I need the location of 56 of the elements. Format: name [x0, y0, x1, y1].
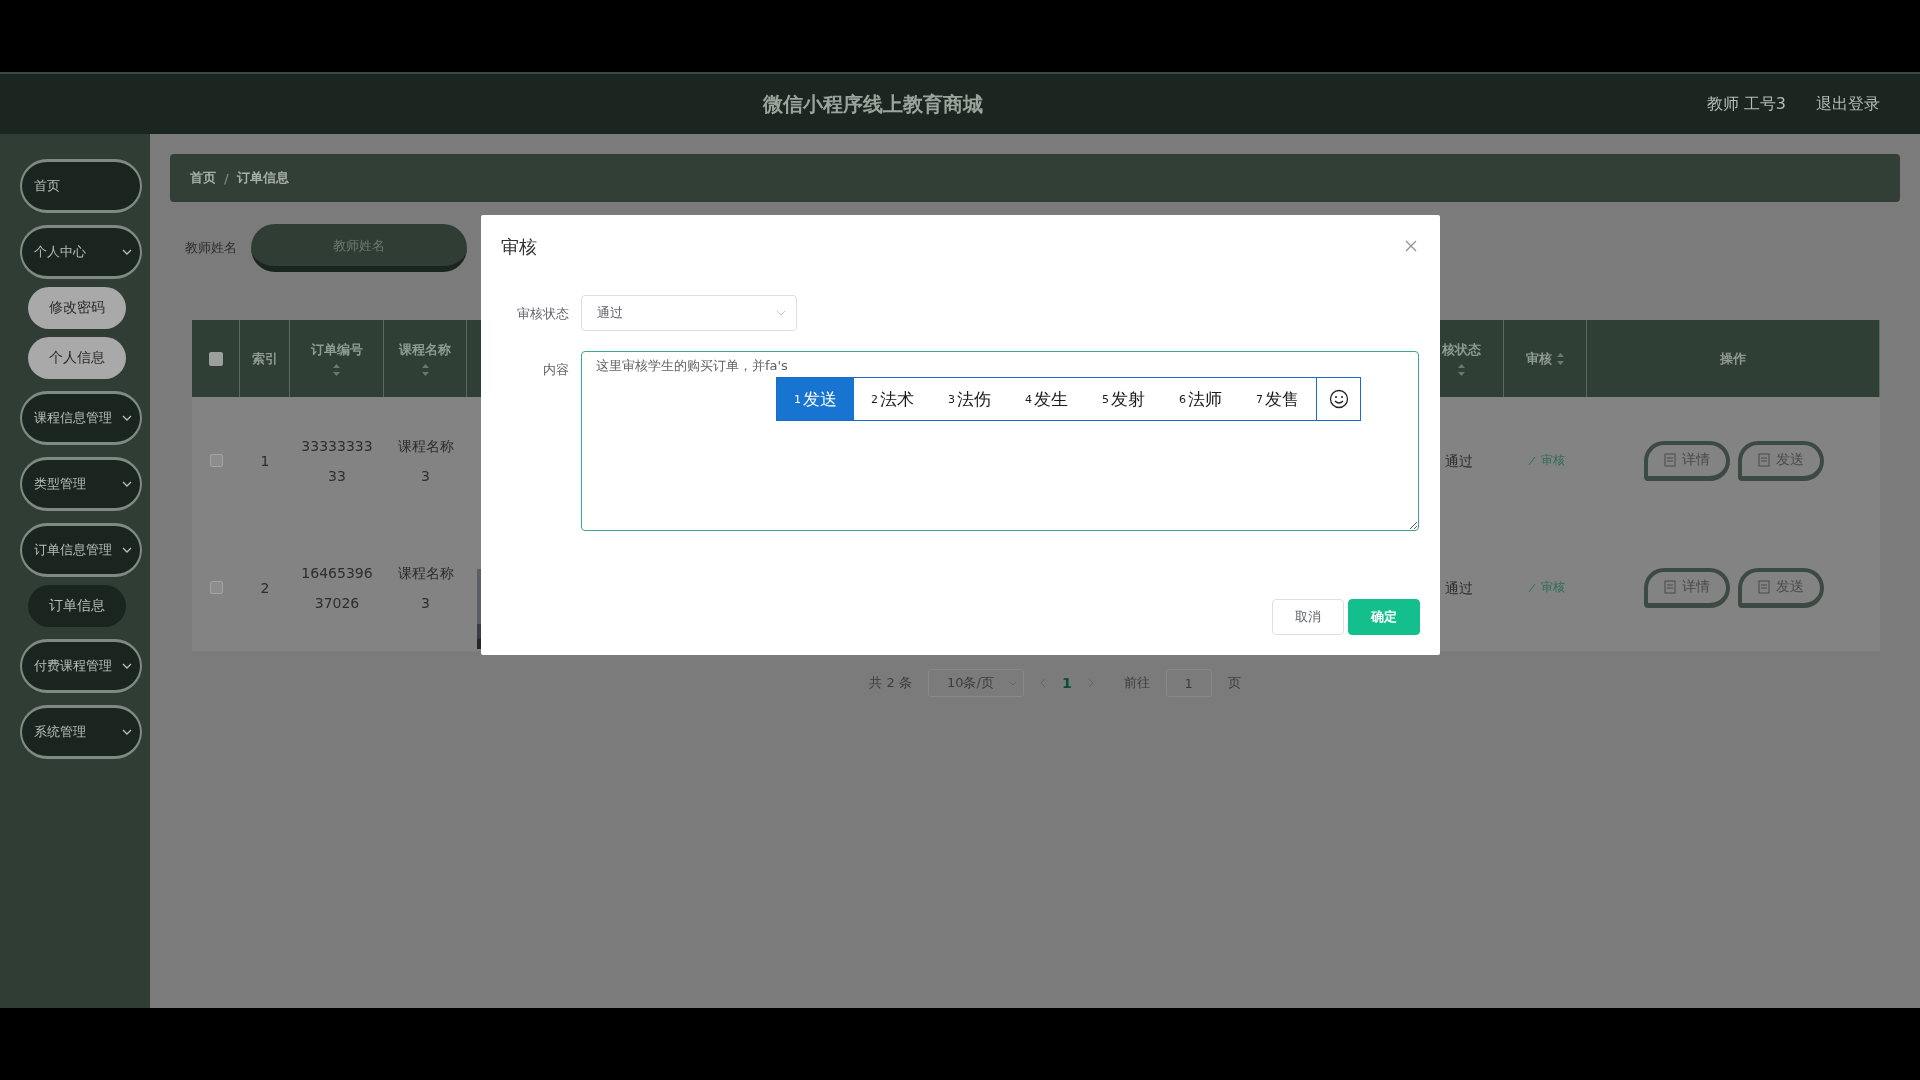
sidebar-item[interactable]: 个人中心: [20, 225, 142, 279]
search-field[interactable]: 教师姓名: [251, 224, 467, 272]
logout-link[interactable]: 退出登录: [1816, 93, 1880, 115]
status-select[interactable]: 通过: [581, 295, 797, 331]
row-checkbox[interactable]: [209, 454, 223, 467]
table-cell-text: 1: [260, 451, 270, 471]
table-cell-text: 通过: [1445, 451, 1473, 471]
page-suffix: 页: [1227, 674, 1241, 692]
dialog-title: 审核: [501, 235, 537, 259]
pen-icon: [1526, 581, 1537, 594]
app-title: 微信小程序线上教育商城: [761, 90, 985, 118]
table-cell-text: 通过: [1445, 578, 1473, 598]
document-icon: [1663, 453, 1676, 467]
sidebar-subitem[interactable]: 订单信息: [28, 585, 126, 627]
chevron-down-icon: [776, 310, 786, 316]
column-header[interactable]: 索引: [251, 349, 278, 368]
sidebar-item[interactable]: 首页: [20, 159, 142, 213]
table-cell-text: 课程名称3: [396, 563, 455, 613]
sort-icon[interactable]: [420, 362, 430, 377]
sidebar-item[interactable]: 课程信息管理: [20, 391, 142, 445]
table-cell-text: 1646539637026: [300, 563, 374, 613]
field-label: 内容: [542, 361, 569, 379]
pen-icon: [1526, 454, 1537, 467]
column-header[interactable]: 操作: [1720, 349, 1746, 368]
select-all-checkbox[interactable]: [208, 351, 223, 366]
sort-icon[interactable]: [332, 362, 341, 377]
document-icon: [1757, 580, 1770, 594]
column-header[interactable]: 核状态: [1441, 340, 1481, 377]
sidebar-item[interactable]: 订单信息管理: [20, 523, 142, 577]
smiley-icon[interactable]: [1328, 389, 1349, 409]
breadcrumb-separator: /: [224, 170, 229, 186]
column-header[interactable]: 订单编号: [310, 340, 363, 377]
row-checkbox[interactable]: [209, 581, 223, 594]
document-icon: [1757, 453, 1770, 467]
sort-icon[interactable]: [1456, 362, 1466, 377]
sidebar-item[interactable]: 付费课程管理: [20, 639, 142, 693]
table-cell-text: 2: [260, 578, 270, 598]
field-label: 审核状态: [516, 305, 569, 323]
table-cell-text: 课程名称3: [396, 436, 455, 486]
table-cell-text: 3333333333: [300, 436, 374, 486]
goto-label: 前往: [1123, 674, 1150, 692]
cancel-button[interactable]: 取消: [1272, 599, 1344, 635]
sidebar-subitem[interactable]: 修改密码: [28, 287, 126, 329]
sidebar-subitem[interactable]: 个人信息: [28, 337, 126, 379]
total-count: 共 2 条: [869, 674, 912, 692]
ime-candidate[interactable]: 1 发送: [777, 378, 854, 420]
document-icon: [1663, 580, 1676, 594]
search-label: 教师姓名: [185, 239, 237, 257]
sort-icon[interactable]: [1555, 351, 1565, 366]
column-header[interactable]: 课程名称: [399, 340, 451, 377]
breadcrumb-item[interactable]: 订单信息: [236, 169, 289, 187]
breadcrumb-item[interactable]: 首页: [190, 169, 216, 187]
sidebar-item[interactable]: 类型管理: [20, 457, 142, 511]
column-header[interactable]: 审核: [1525, 349, 1565, 368]
user-name: 教师 工号3: [1706, 93, 1786, 115]
sidebar-item[interactable]: 系统管理: [20, 705, 142, 759]
